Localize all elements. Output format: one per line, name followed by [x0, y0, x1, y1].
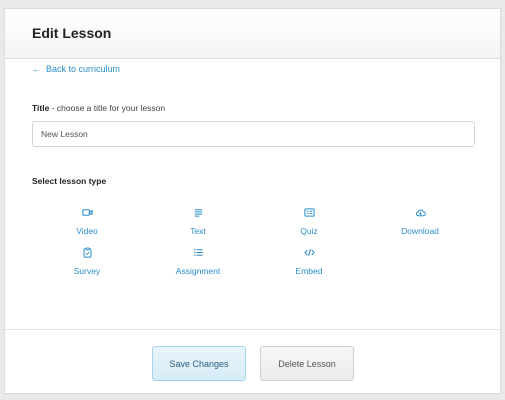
lesson-type-label: Embed [295, 266, 323, 276]
delete-lesson-button[interactable]: Delete Lesson [260, 346, 354, 381]
title-field-label: Title - choose a title for your lesson [32, 103, 165, 113]
lesson-type-label: Download [401, 226, 439, 236]
clipboard-icon [42, 245, 132, 258]
footer-divider [5, 329, 500, 330]
back-link-label: Back to curriculum [46, 64, 121, 74]
lesson-type-heading: Select lesson type [32, 176, 107, 186]
text-icon [153, 205, 243, 218]
lesson-type-download[interactable]: Download [375, 205, 465, 239]
video-icon [42, 205, 132, 218]
panel-header: Edit Lesson [5, 9, 500, 59]
lesson-type-label: Text [190, 226, 206, 236]
lesson-type-embed[interactable]: Embed [264, 245, 354, 279]
lesson-type-survey[interactable]: Survey [42, 245, 132, 279]
lesson-type-label: Assignment [175, 266, 221, 276]
lesson-type-video[interactable]: Video [42, 205, 132, 239]
lesson-type-assignment[interactable]: Assignment [153, 245, 243, 279]
arrow-left-icon: ← [32, 64, 41, 74]
title-label-bold: Title [32, 103, 50, 113]
list-icon [153, 245, 243, 258]
cloud-download-icon [375, 205, 465, 218]
lesson-type-label: Survey [73, 266, 101, 276]
lesson-title-input[interactable] [32, 121, 475, 147]
save-changes-button[interactable]: Save Changes [152, 346, 246, 381]
quiz-icon [264, 205, 354, 218]
page-title: Edit Lesson [32, 25, 112, 41]
lesson-type-text[interactable]: Text [153, 205, 243, 239]
lesson-type-label: Quiz [300, 226, 318, 236]
lesson-type-label: Video [76, 226, 98, 236]
code-icon [264, 245, 354, 258]
title-label-hint: - choose a title for your lesson [49, 103, 166, 113]
lesson-type-quiz[interactable]: Quiz [264, 205, 354, 239]
back-to-curriculum-link[interactable]: ← Back to curriculum [32, 64, 120, 74]
edit-lesson-panel: Edit Lesson ← Back to curriculum Title - … [4, 8, 501, 394]
